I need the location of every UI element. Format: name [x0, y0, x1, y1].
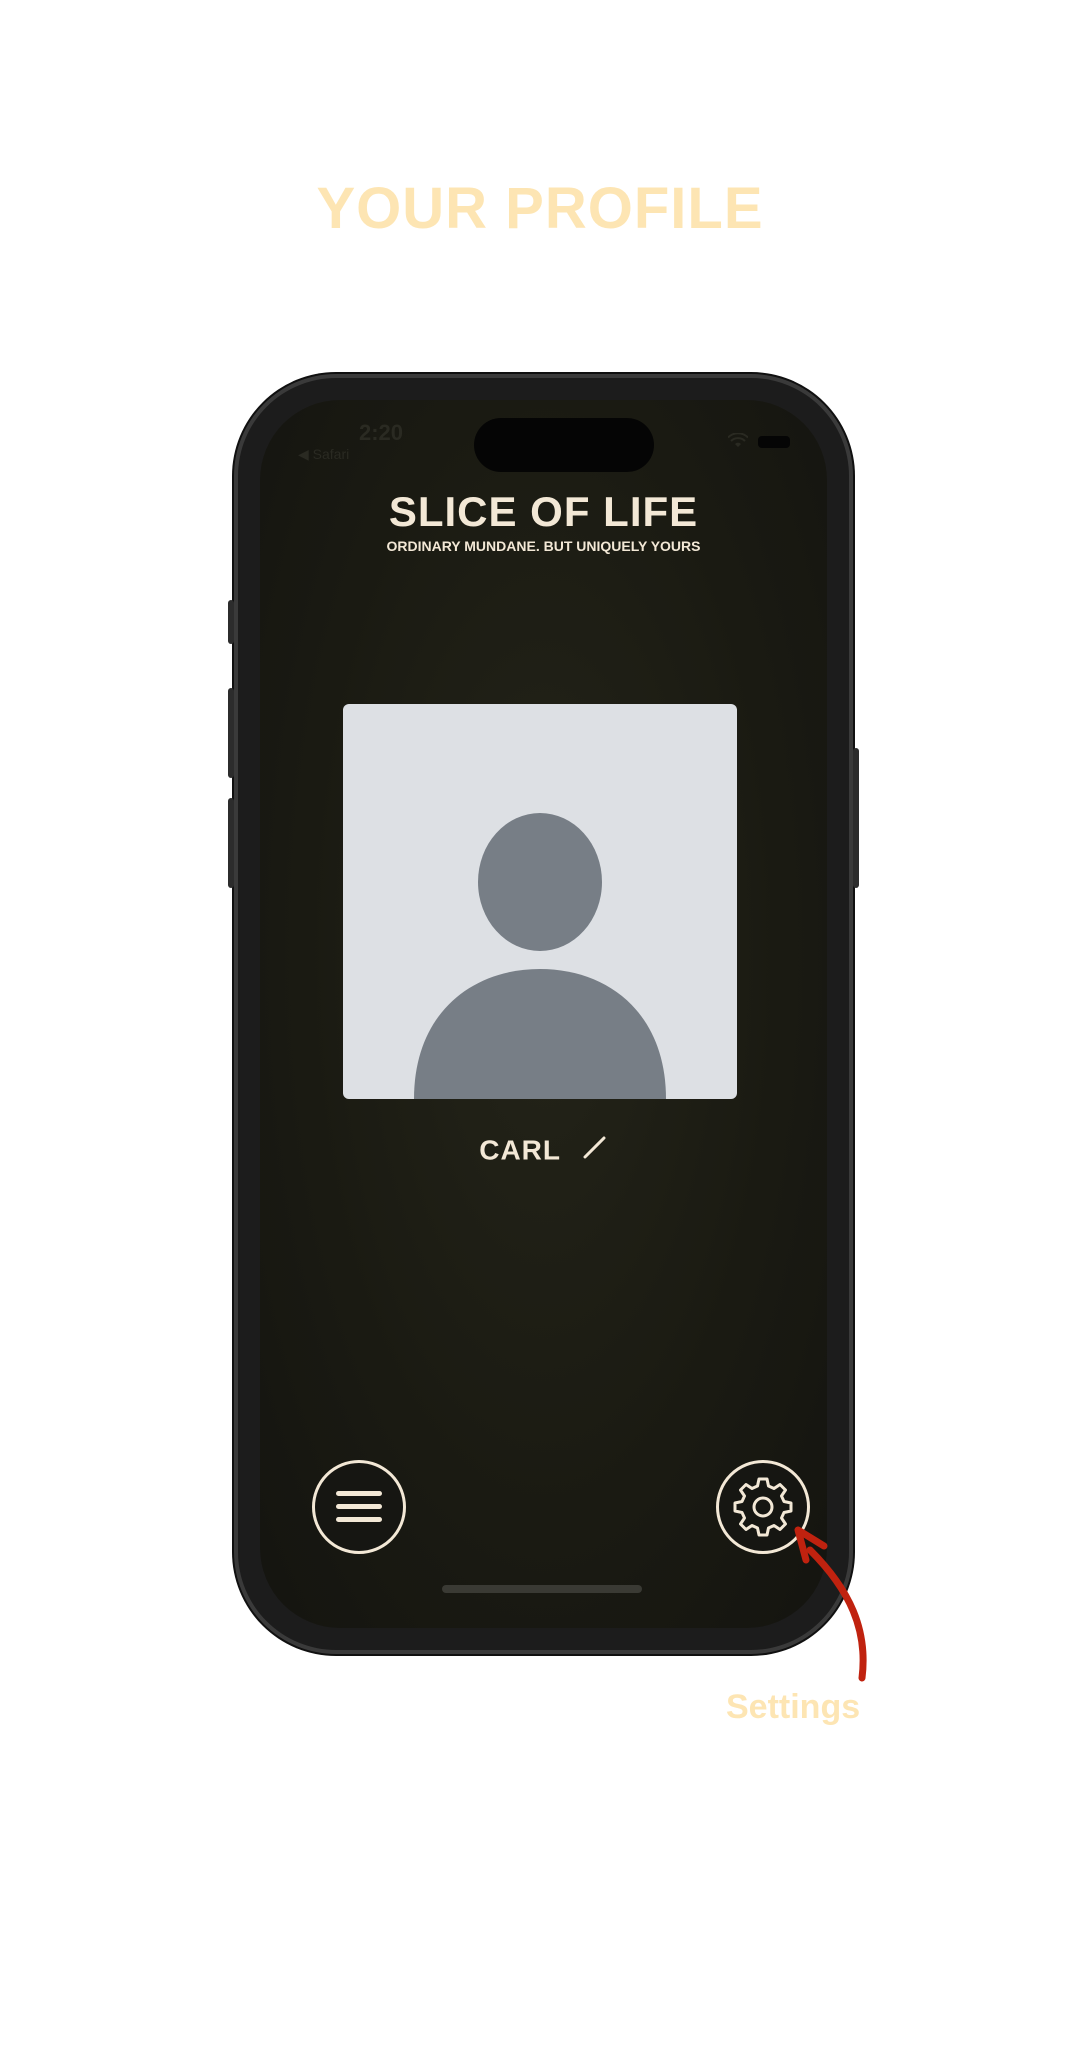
pencil-icon[interactable]	[582, 1134, 608, 1167]
page-title: YOUR PROFILE	[316, 176, 764, 241]
phone-screen: 2:20 ◀ Safari SLICE OF LIFE ORDINARY MUN…	[260, 400, 827, 1628]
page: YOUR PROFILE 2:20 ◀ Safari SLICE OF LIFE	[0, 0, 1080, 2063]
app-title: SLICE OF LIFE	[388, 488, 699, 535]
app-subtitle: ORDINARY MUNDANE. BUT UNIQUELY YOURS	[386, 538, 701, 554]
back-to-safari-link[interactable]: ◀ Safari	[298, 446, 349, 463]
annotation-arrow	[794, 1526, 867, 1682]
dynamic-island	[474, 418, 654, 472]
profile-avatar[interactable]	[343, 704, 737, 1099]
status-indicators	[727, 432, 798, 453]
menu-button[interactable]	[312, 1460, 406, 1554]
annotation-settings-label: Settings	[726, 1688, 861, 1726]
wifi-icon	[727, 432, 749, 452]
volume-down-button	[228, 798, 234, 888]
status-time: 2:20	[359, 420, 404, 445]
action-button	[228, 600, 234, 644]
profile-name: CARL	[479, 1134, 561, 1166]
power-button	[853, 748, 859, 888]
home-indicator[interactable]	[442, 1585, 642, 1593]
hamburger-menu-icon	[336, 1491, 382, 1522]
phone-device: 2:20 ◀ Safari SLICE OF LIFE ORDINARY MUN…	[228, 378, 859, 1650]
volume-up-button	[228, 688, 234, 778]
battery-icon	[758, 436, 790, 448]
person-placeholder-icon	[414, 813, 666, 1099]
profile-name-row[interactable]: CARL	[260, 1133, 827, 1167]
